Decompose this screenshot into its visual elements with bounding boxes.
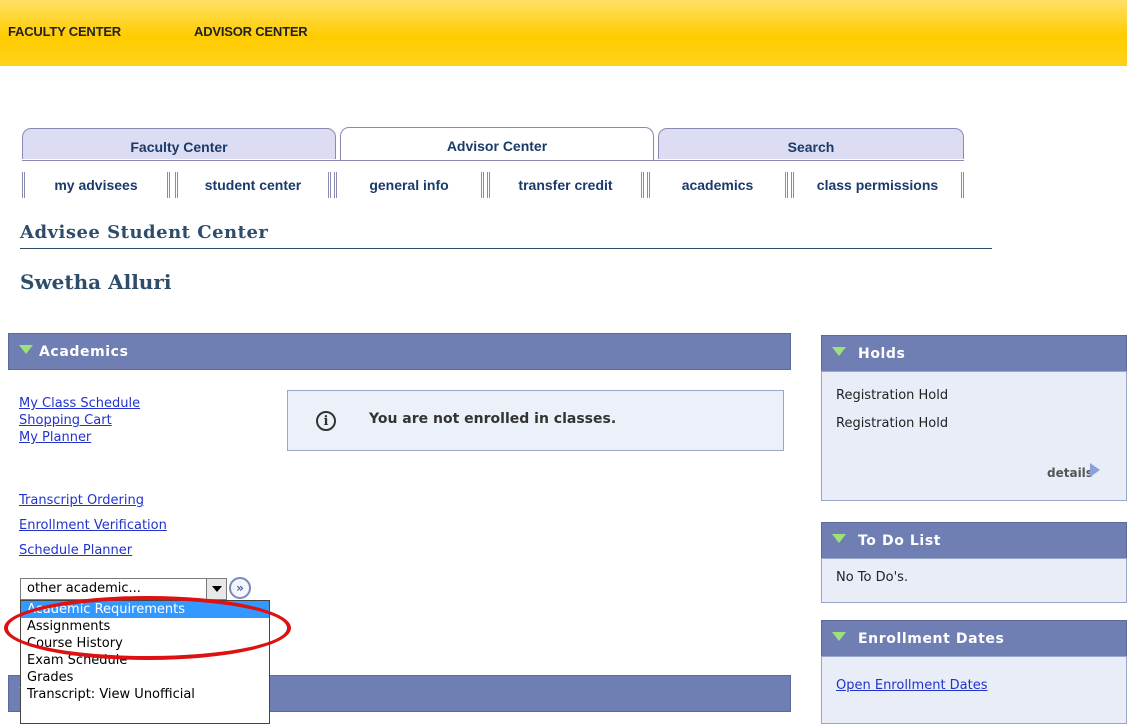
- enrollment-verification-link[interactable]: Enrollment Verification: [19, 518, 167, 533]
- transcript-ordering-link[interactable]: Transcript Ordering: [19, 493, 144, 508]
- highlight-ellipse: [4, 596, 291, 660]
- dropdown-option[interactable]: Grades: [21, 669, 269, 686]
- holds-header[interactable]: Holds: [821, 335, 1127, 372]
- collapse-triangle-icon[interactable]: [832, 632, 846, 641]
- academics-header-title: Academics: [39, 344, 129, 360]
- todo-header[interactable]: To Do List: [821, 522, 1127, 559]
- my-class-schedule-link[interactable]: My Class Schedule: [19, 396, 140, 411]
- holds-header-title: Holds: [858, 346, 906, 362]
- subtab-academics[interactable]: academics: [647, 172, 788, 198]
- subtab-transfer-credit[interactable]: transfer credit: [487, 172, 644, 198]
- tab-divider: [22, 160, 964, 161]
- top-nav-bar: FACULTY CENTER ADVISOR CENTER: [0, 0, 1127, 66]
- subtab-my-advisees[interactable]: my advisees: [22, 172, 170, 198]
- enrollment-dates-header-title: Enrollment Dates: [858, 631, 1005, 647]
- schedule-planner-link[interactable]: Schedule Planner: [19, 543, 132, 558]
- hold-item: Registration Hold: [836, 416, 949, 431]
- subtab-general-info[interactable]: general info: [334, 172, 484, 198]
- tab-search[interactable]: Search: [658, 128, 964, 159]
- todo-header-title: To Do List: [858, 533, 942, 549]
- hold-item: Registration Hold: [836, 388, 949, 403]
- title-divider: [20, 248, 992, 249]
- shopping-cart-link[interactable]: Shopping Cart: [19, 413, 112, 428]
- select-value: other academic...: [27, 581, 141, 596]
- subtab-class-permissions[interactable]: class permissions: [791, 172, 964, 198]
- dropdown-option[interactable]: Transcript: View Unofficial: [21, 686, 269, 703]
- collapse-triangle-icon[interactable]: [19, 345, 33, 354]
- info-message: You are not enrolled in classes.: [369, 411, 617, 427]
- enrollment-dates-header[interactable]: Enrollment Dates: [821, 620, 1127, 657]
- my-planner-link[interactable]: My Planner: [19, 430, 91, 445]
- enrollment-info-box: i You are not enrolled in classes.: [287, 390, 784, 451]
- collapse-triangle-icon[interactable]: [832, 347, 846, 356]
- tab-advisor-center[interactable]: Advisor Center: [340, 127, 654, 161]
- page-title: Advisee Student Center: [20, 222, 269, 243]
- subtab-student-center[interactable]: student center: [175, 172, 331, 198]
- todo-empty-text: No To Do's.: [836, 570, 909, 585]
- details-link[interactable]: details: [1047, 466, 1093, 480]
- info-icon: i: [316, 411, 336, 431]
- open-enrollment-dates-link[interactable]: Open Enrollment Dates: [836, 678, 988, 693]
- chevron-down-icon: [212, 586, 222, 592]
- tab-faculty-center[interactable]: Faculty Center: [22, 128, 336, 159]
- faculty-center-link[interactable]: FACULTY CENTER: [8, 24, 121, 39]
- advisor-center-link[interactable]: ADVISOR CENTER: [194, 24, 308, 39]
- academics-header[interactable]: Academics: [8, 333, 791, 370]
- collapse-triangle-icon[interactable]: [832, 534, 846, 543]
- dropdown-arrow-button[interactable]: [206, 579, 226, 599]
- go-button[interactable]: »: [229, 577, 251, 599]
- arrow-right-icon[interactable]: [1090, 463, 1100, 477]
- student-name: Swetha Alluri: [20, 270, 172, 294]
